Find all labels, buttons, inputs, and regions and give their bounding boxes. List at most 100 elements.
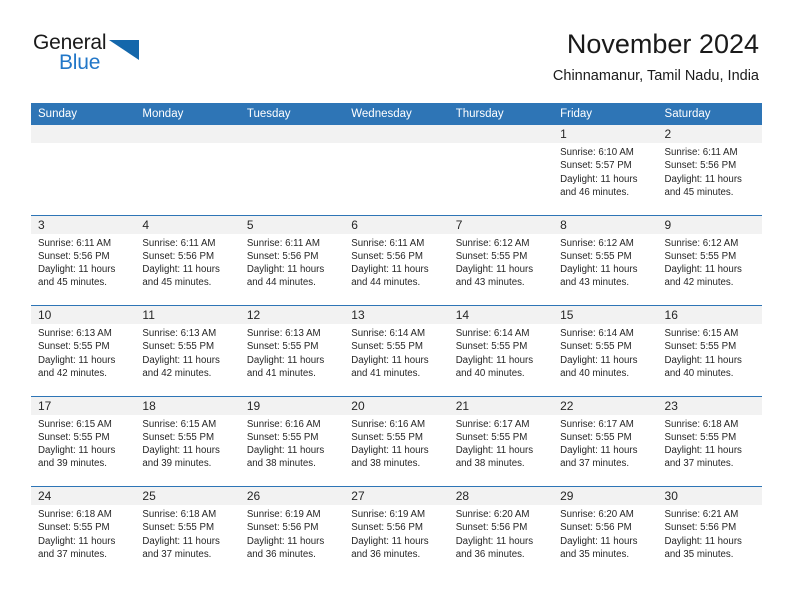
day-sunrise-text: Sunrise: 6:20 AM	[455, 509, 530, 520]
day-number[interactable]: 17	[31, 395, 136, 415]
day-number[interactable]: 7	[448, 214, 554, 234]
day-number[interactable]: 30	[657, 486, 762, 505]
day-sunrise-text: Sunrise: 6:11 AM	[38, 237, 112, 249]
day-daylight-1-text: Daylight: 11 hours	[560, 173, 638, 185]
day-sunset-text: Sunset: 5:55 PM	[142, 522, 215, 534]
day-number[interactable]: 8	[553, 214, 658, 234]
day-number[interactable]: 20	[344, 395, 449, 415]
day-sunset-text: Sunset: 5:55 PM	[455, 431, 528, 443]
page-subtitle: Chinnamanur, Tamil Nadu, India	[552, 68, 759, 84]
day-sunrise-text: Sunrise: 6:13 AM	[38, 328, 112, 339]
day-number[interactable]: 21	[448, 395, 554, 415]
day-daylight-2-text: and 46 minutes.	[560, 186, 630, 198]
title-block: November 2024 Chinnamanur, Tamil Nadu, I…	[553, 28, 759, 86]
day-cell: Sunrise: 6:19 AM Sunset: 5:56 PM Daylight:…	[239, 505, 345, 577]
day-sunrise-text: Sunrise: 6:17 AM	[455, 418, 530, 430]
day-daylight-1-text: Daylight: 11 hours	[664, 264, 742, 276]
day-cell-empty	[135, 143, 240, 215]
day-cell-empty	[239, 143, 345, 215]
day-cell: Sunrise: 6:20 AM Sunset: 5:56 PM Daylight:…	[553, 505, 658, 577]
day-number[interactable]: 25	[135, 486, 240, 505]
day-number[interactable]: 26	[239, 486, 345, 505]
weekday-header-row: Sunday Monday Tuesday Wednesday Thursday…	[31, 103, 762, 125]
day-number[interactable]: 5	[239, 214, 345, 234]
day-number[interactable]: 9	[657, 214, 762, 234]
day-number[interactable]: 13	[344, 305, 449, 324]
day-sunrise-text: Sunrise: 6:11 AM	[351, 237, 425, 249]
day-daylight-2-text: and 36 minutes.	[455, 548, 525, 560]
day-number[interactable]: 28	[448, 486, 554, 505]
day-number[interactable]: 2	[657, 125, 762, 143]
calendar-page: General Blue November 2024 Chinnamanur, …	[0, 0, 792, 612]
day-sunrise-text: Sunrise: 6:13 AM	[142, 328, 217, 339]
week-info-row: Sunrise: 6:10 AM Sunset: 5:57 PM Daylight:…	[31, 143, 762, 215]
day-sunrise-text: Sunrise: 6:14 AM	[455, 328, 530, 339]
day-daylight-2-text: and 45 minutes.	[142, 277, 212, 289]
day-daylight-2-text: and 45 minutes.	[38, 277, 107, 289]
general-blue-logo[interactable]: General Blue	[33, 32, 163, 80]
day-number[interactable]: 23	[657, 395, 762, 415]
day-sunrise-text: Sunrise: 6:13 AM	[246, 328, 321, 339]
day-number[interactable]: 12	[239, 305, 345, 324]
week-daynumber-row: 3456789	[31, 214, 762, 234]
day-sunrise-text: Sunrise: 6:15 AM	[142, 418, 217, 430]
day-daylight-2-text: and 40 minutes.	[560, 367, 630, 379]
day-sunset-text: Sunset: 5:55 PM	[351, 341, 423, 353]
day-sunrise-text: Sunrise: 6:19 AM	[351, 509, 426, 520]
day-daylight-2-text: and 39 minutes.	[38, 458, 107, 470]
day-number[interactable]: 11	[135, 305, 240, 324]
day-sunrise-text: Sunrise: 6:19 AM	[246, 509, 321, 520]
day-number[interactable]: 14	[448, 305, 554, 324]
day-number[interactable]: 10	[31, 305, 136, 324]
day-number[interactable]: 15	[553, 305, 658, 324]
day-number[interactable]: 22	[553, 395, 658, 415]
day-sunrise-text: Sunrise: 6:17 AM	[560, 418, 634, 430]
day-daylight-1-text: Daylight: 11 hours	[38, 264, 116, 276]
day-sunset-text: Sunset: 5:55 PM	[246, 431, 319, 443]
day-number[interactable]: 27	[344, 486, 449, 505]
day-number[interactable]: 24	[31, 486, 136, 505]
day-number[interactable]: 19	[239, 395, 345, 415]
day-daylight-2-text: and 43 minutes.	[455, 277, 525, 289]
day-number[interactable]: 16	[657, 305, 762, 324]
day-sunrise-text: Sunrise: 6:18 AM	[38, 509, 112, 520]
day-daylight-1-text: Daylight: 11 hours	[664, 173, 742, 185]
day-sunrise-text: Sunrise: 6:11 AM	[142, 237, 216, 249]
sunrise-sunset-calendar: Sunday Monday Tuesday Wednesday Thursday…	[31, 103, 762, 577]
weekday-header-friday: Friday	[553, 103, 658, 125]
day-daylight-2-text: and 37 minutes.	[38, 548, 107, 560]
day-daylight-1-text: Daylight: 11 hours	[351, 535, 429, 547]
day-cell: Sunrise: 6:15 AM Sunset: 5:55 PM Daylight:…	[657, 324, 762, 396]
day-cell: Sunrise: 6:18 AM Sunset: 5:55 PM Daylight:…	[135, 505, 240, 577]
day-number[interactable]: 1	[553, 125, 658, 143]
day-number[interactable]: 4	[135, 214, 240, 234]
day-cell: Sunrise: 6:13 AM Sunset: 5:55 PM Daylight:…	[135, 324, 240, 396]
week-daynumber-row: 17 18 19 20 21 22 23	[31, 395, 762, 415]
day-daylight-2-text: and 43 minutes.	[560, 277, 630, 289]
day-daylight-1-text: Daylight: 11 hours	[142, 354, 220, 366]
day-daylight-2-text: and 42 minutes.	[664, 277, 734, 289]
day-cell: Sunrise: 6:11 AM Sunset: 5:56 PM Daylight:…	[135, 233, 240, 306]
week-daynumber-row: 10 11 12 13 14 15 16	[31, 305, 762, 324]
day-daylight-1-text: Daylight: 11 hours	[455, 354, 534, 366]
day-number[interactable]: 3	[31, 214, 136, 234]
day-cell: Sunrise: 6:14 AM Sunset: 5:55 PM Daylight:…	[553, 324, 658, 396]
day-cell: Sunrise: 6:12 AM Sunset: 5:55 PM Daylight:…	[553, 233, 658, 306]
day-daylight-1-text: Daylight: 11 hours	[38, 354, 116, 366]
day-daylight-2-text: and 37 minutes.	[664, 458, 734, 470]
day-daylight-1-text: Daylight: 11 hours	[351, 354, 429, 366]
day-daylight-1-text: Daylight: 11 hours	[142, 535, 220, 547]
day-daylight-1-text: Daylight: 11 hours	[38, 445, 116, 457]
day-number[interactable]: 29	[553, 486, 658, 505]
day-daylight-2-text: and 38 minutes.	[351, 458, 421, 470]
day-daylight-2-text: and 37 minutes.	[560, 458, 630, 470]
day-daylight-2-text: and 37 minutes.	[142, 548, 212, 560]
day-cell: Sunrise: 6:21 AM Sunset: 5:56 PM Daylight:…	[657, 505, 762, 577]
day-daylight-1-text: Daylight: 11 hours	[455, 264, 534, 276]
day-daylight-1-text: Daylight: 11 hours	[246, 264, 325, 276]
day-number[interactable]: 18	[135, 395, 240, 415]
day-sunrise-text: Sunrise: 6:20 AM	[560, 509, 634, 520]
day-number[interactable]: 6	[344, 214, 449, 234]
day-sunrise-text: Sunrise: 6:14 AM	[351, 328, 426, 339]
week-info-row: Sunrise: 6:18 AM Sunset: 5:55 PM Daylight:…	[31, 505, 762, 577]
